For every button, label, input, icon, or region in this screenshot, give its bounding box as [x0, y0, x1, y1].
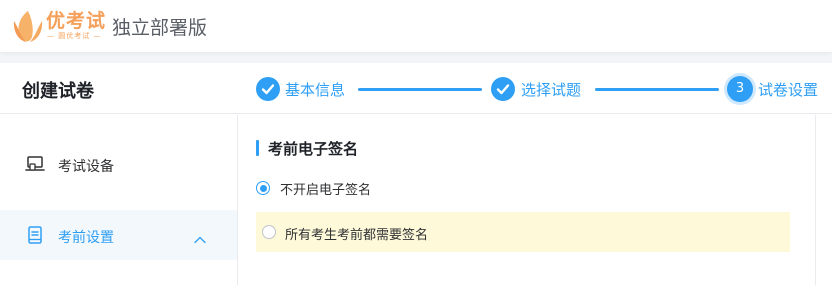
radio-selected-icon[interactable] [256, 181, 270, 195]
section-accent-bar [256, 140, 259, 156]
step-connector-1 [358, 88, 482, 91]
option-label: 所有考生考前都需要签名 [285, 228, 429, 243]
book-icon [25, 226, 45, 244]
step-3-label[interactable]: 试卷设置 [758, 79, 818, 100]
step-connector-2 [595, 88, 719, 91]
page-title: 创建试卷 [22, 81, 94, 102]
logo-icon [10, 7, 46, 45]
option-signature-required[interactable]: 所有考生考前都需要签名 [256, 212, 790, 252]
edition-label: 独立部署版 [112, 17, 208, 39]
sidebar-item-pre-exam-settings[interactable]: 考前设置 [0, 210, 237, 260]
settings-sidebar: 考试设备 考前设置 [0, 115, 238, 285]
option-label: 不开启电子签名 [280, 183, 372, 198]
step-3-number-icon: 3 [727, 76, 753, 102]
chevron-up-icon[interactable] [193, 230, 207, 244]
card-header: 创建试卷 基本信息 选择试题 3 试卷设置 [0, 63, 832, 114]
right-divider [815, 115, 816, 285]
device-icon [25, 155, 45, 173]
sidebar-item-exam-device[interactable]: 考试设备 [0, 139, 237, 189]
step-2-label[interactable]: 选择试题 [521, 79, 581, 100]
step-1-label[interactable]: 基本信息 [285, 79, 345, 100]
step-1-check-icon [256, 77, 280, 101]
radio-unselected-icon[interactable] [262, 225, 276, 239]
logo-name: 优考试 [46, 10, 107, 32]
section-title: 考前电子签名 [268, 140, 359, 158]
top-bar: 优考试 — 圆优考试 — 独立部署版 [0, 0, 832, 52]
sidebar-item-label: 考试设备 [58, 159, 114, 175]
sidebar-item-label: 考前设置 [58, 230, 114, 246]
main-card: 创建试卷 基本信息 选择试题 3 试卷设置 考试设备 考前设置 考前电子签名 不… [0, 63, 832, 285]
step-2-check-icon [491, 77, 515, 101]
step-3-number: 3 [735, 81, 745, 96]
option-signature-off[interactable]: 不开启电子签名 [256, 168, 456, 208]
logo-subtitle: — 圆优考试 — [47, 32, 102, 40]
